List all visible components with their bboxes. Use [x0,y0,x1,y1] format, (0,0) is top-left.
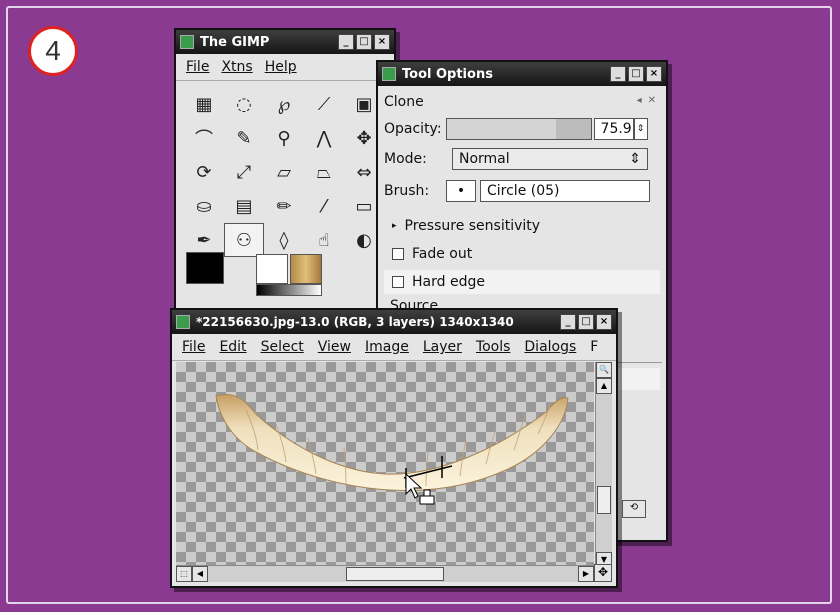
menu-layer[interactable]: Layer [423,339,462,355]
brush-pattern-preview[interactable] [256,254,322,296]
highlighted-row [614,368,660,390]
menu-select[interactable]: Select [261,339,304,355]
clone-stamp-cursor-icon [419,489,435,505]
vertical-scroll-thumb[interactable] [597,486,611,514]
image-canvas[interactable] [176,362,594,568]
menu-xtns[interactable]: Xtns [221,59,252,75]
image-menubar: File Edit Select View Image Layer Tools … [172,334,616,361]
restore-icon[interactable]: ⟲ [622,500,646,518]
minimize-icon[interactable]: _ [338,34,354,50]
hard-edge-checkbox[interactable] [392,276,404,288]
image-title: *22156630.jpg-13.0 (RGB, 3 layers) 1340x… [196,315,514,329]
measure-icon[interactable]: ⋀ [304,121,344,155]
mode-dropdown[interactable]: Normal ⇕ [452,148,648,170]
opacity-label: Opacity: [384,121,442,137]
vertical-scrollbar[interactable]: 🔍 ▲ ▼ [595,362,612,568]
color-picker-icon[interactable]: ✎ [224,121,264,155]
fuzzy-select-icon[interactable]: ⟋ [304,87,344,121]
close-icon[interactable]: × [646,66,662,82]
close-options-icon[interactable]: ✕ [648,95,656,106]
tool-options-titlebar[interactable]: Tool Options _ □ × [378,62,666,86]
brush-preview-button[interactable]: • [446,180,476,202]
teeth-image [215,394,569,505]
pressure-sensitivity-expander[interactable]: Pressure sensitivity [405,218,541,234]
maximize-icon[interactable]: □ [578,314,594,330]
step-number-badge: 4 [28,26,78,76]
opacity-value-field[interactable]: 75.9 [593,118,634,140]
shear-icon[interactable]: ▱ [264,155,304,189]
paintbrush-icon[interactable]: ⁄ [304,189,344,223]
dropdown-arrow-icon: ⇕ [629,151,641,167]
toolbox-menubar: File Xtns Help [176,54,394,81]
window-icon [176,315,190,329]
bucket-fill-icon[interactable]: ⛀ [184,189,224,223]
image-titlebar[interactable]: *22156630.jpg-13.0 (RGB, 3 layers) 1340x… [172,310,616,334]
reset-icon[interactable]: ◂ [637,95,642,106]
blur-icon[interactable]: ◊ [264,223,304,257]
ellipse-select-icon[interactable]: ◌ [224,87,264,121]
smudge-icon[interactable]: ☝ [304,223,344,257]
tool-name-label: Clone [384,94,424,110]
opacity-slider-fill [446,119,556,139]
scroll-left-icon[interactable]: ◀ [192,566,208,582]
zoom-button-icon[interactable]: 🔍 [596,362,612,378]
zoom-icon[interactable]: ⚲ [264,121,304,155]
fade-out-checkbox[interactable] [392,248,404,260]
menu-image[interactable]: Image [365,339,409,355]
horizontal-scroll-thumb[interactable] [346,567,444,581]
rect-select-icon[interactable]: ▦ [184,87,224,121]
toolbox-window: The GIMP _ □ × File Xtns Help ▦◌℘⟋▣·⌒✎⚲⋀… [174,28,407,318]
menu-tools[interactable]: Tools [476,339,511,355]
opacity-spin-icon[interactable]: ⇕ [633,118,648,140]
hard-edge-label: Hard edge [412,274,485,290]
close-icon[interactable]: × [596,314,612,330]
scroll-up-icon[interactable]: ▲ [596,378,612,394]
fg-bg-color-swatch[interactable] [186,252,238,298]
mode-label: Mode: [384,151,427,167]
tool-grid: ▦◌℘⟋▣·⌒✎⚲⋀✥·⟳⤢▱⏢⇔·⛀▤✏⁄▭·✒⚇◊☝◐· [176,81,407,263]
lasso-icon[interactable]: ℘ [264,87,304,121]
quick-mask-icon[interactable]: ⬚ [176,566,192,582]
menu-dialogs[interactable]: Dialogs [524,339,576,355]
paths-icon[interactable]: ⌒ [184,121,224,155]
menu-filters-truncated[interactable]: F [590,339,598,355]
brush-name-field[interactable]: Circle (05) [480,180,650,202]
horizontal-scrollbar[interactable]: ⬚ ◀ ▶ [176,565,594,582]
tool-options-title: Tool Options [402,66,493,82]
image-window: *22156630.jpg-13.0 (RGB, 3 layers) 1340x… [170,308,618,588]
page-background: 4 The GIMP _ □ × File Xtns Help ▦◌℘⟋▣·⌒✎… [0,0,840,612]
fade-out-label: Fade out [412,246,473,262]
maximize-icon[interactable]: □ [628,66,644,82]
pencil-icon[interactable]: ✏ [264,189,304,223]
menu-help[interactable]: Help [265,59,297,75]
opacity-slider[interactable] [445,118,592,140]
window-icon [180,35,194,49]
close-icon[interactable]: × [374,34,390,50]
window-icon [382,67,396,81]
maximize-icon[interactable]: □ [356,34,372,50]
navigate-icon[interactable]: ✥ [594,564,612,582]
toolbox-titlebar[interactable]: The GIMP _ □ × [176,30,394,54]
rotate-icon[interactable]: ⟳ [184,155,224,189]
expander-arrow-icon[interactable]: ▸ [392,221,397,231]
mode-value: Normal [459,151,510,167]
menu-edit[interactable]: Edit [219,339,246,355]
scale-icon[interactable]: ⤢ [224,155,264,189]
perspective-icon[interactable]: ⏢ [304,155,344,189]
scroll-right-icon[interactable]: ▶ [578,566,594,582]
toolbox-title: The GIMP [200,34,270,50]
minimize-icon[interactable]: _ [610,66,626,82]
menu-file[interactable]: File [186,59,209,75]
blend-icon[interactable]: ▤ [224,189,264,223]
brush-label: Brush: [384,183,430,199]
menu-view[interactable]: View [318,339,351,355]
minimize-icon[interactable]: _ [560,314,576,330]
menu-file[interactable]: File [182,339,205,355]
